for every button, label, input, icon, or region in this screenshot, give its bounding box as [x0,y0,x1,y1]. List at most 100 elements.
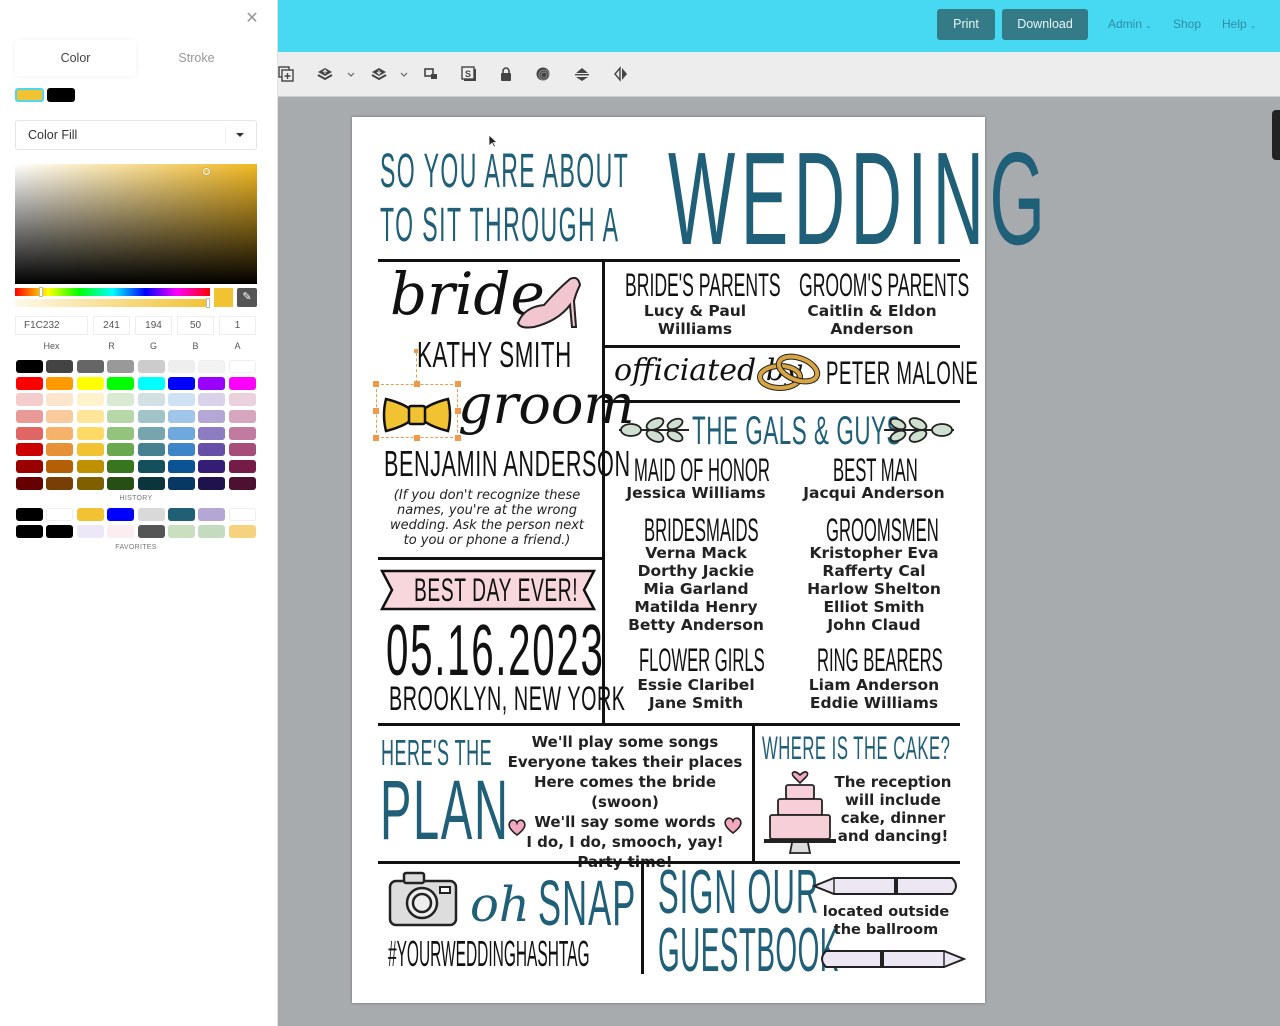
palette-swatch[interactable] [76,426,104,440]
palette-swatch[interactable] [107,393,135,407]
layer-up-icon[interactable] [317,66,333,82]
palette-swatch[interactable] [228,410,256,424]
palette-swatch[interactable] [228,360,256,373]
close-icon[interactable]: ✕ [244,10,260,28]
palette-swatch[interactable] [228,426,256,440]
palette-swatch[interactable] [16,426,43,440]
palette-swatch[interactable] [198,360,226,373]
nav-help[interactable]: Help ⌄ [1222,17,1256,31]
palette-swatch[interactable] [167,476,195,490]
palette-swatch[interactable] [198,476,226,490]
palette-swatch[interactable] [46,460,74,474]
palette-swatch[interactable] [16,393,43,407]
r-input[interactable] [93,316,130,335]
history-swatch[interactable] [46,508,74,521]
palette-swatch[interactable] [16,410,43,424]
palette-swatch[interactable] [76,360,104,373]
palette-swatch[interactable] [137,376,165,390]
palette-swatch[interactable] [16,443,43,457]
palette-swatch[interactable] [137,476,165,490]
palette-swatch[interactable] [198,460,226,474]
history-swatch[interactable] [16,508,43,521]
palette-swatch[interactable] [16,476,43,490]
history-swatch[interactable] [107,524,135,538]
chevron-down-icon[interactable] [346,70,356,80]
palette-swatch[interactable] [228,393,256,407]
palette-swatch[interactable] [198,443,226,457]
palette-swatch[interactable] [167,443,195,457]
history-swatch[interactable] [228,508,256,521]
g-input[interactable] [135,316,172,335]
palette-swatch[interactable] [167,376,195,390]
palette-swatch[interactable] [198,393,226,407]
alpha-slider[interactable] [15,298,210,308]
palette-swatch[interactable] [198,376,226,390]
palette-swatch[interactable] [167,410,195,424]
alpha-handle[interactable] [206,298,210,308]
palette-swatch[interactable] [137,426,165,440]
palette-swatch[interactable] [198,426,226,440]
palette-swatch[interactable] [167,393,195,407]
palette-swatch[interactable] [107,476,135,490]
palette-swatch[interactable] [198,410,226,424]
palette-swatch[interactable] [107,443,135,457]
palette-swatch[interactable] [46,376,74,390]
history-swatch[interactable] [228,524,256,538]
palette-swatch[interactable] [16,360,43,373]
flip-icon[interactable] [613,66,629,82]
print-button[interactable]: Print [937,9,995,40]
palette-swatch[interactable] [228,376,256,390]
history-swatch[interactable] [16,524,43,538]
palette-swatch[interactable] [16,376,43,390]
palette-swatch[interactable] [76,443,104,457]
resize-handle[interactable] [373,408,379,414]
lock-icon[interactable] [498,66,514,82]
download-button[interactable]: Download [1002,9,1088,40]
tab-color[interactable]: Color [15,40,136,76]
history-swatch[interactable] [76,524,104,538]
history-swatch[interactable] [107,508,135,521]
palette-swatch[interactable] [76,476,104,490]
palette-swatch[interactable] [76,393,104,407]
hue-handle[interactable] [39,287,43,297]
fill-mode-select[interactable]: Color Fill [15,120,257,150]
palette-swatch[interactable] [46,410,74,424]
nav-admin[interactable]: Admin ⌄ [1108,17,1152,31]
align-icon[interactable] [574,66,590,82]
fill-swatch[interactable] [15,88,44,102]
history-swatch[interactable] [167,524,195,538]
palette-swatch[interactable] [137,360,165,373]
palette-swatch[interactable] [167,426,195,440]
palette-swatch[interactable] [107,410,135,424]
palette-swatch[interactable] [137,393,165,407]
history-swatch[interactable] [198,508,226,521]
palette-swatch[interactable] [107,426,135,440]
palette-swatch[interactable] [137,460,165,474]
saturation-area[interactable] [15,164,257,284]
resize-handle[interactable] [373,435,379,441]
opacity-icon[interactable] [535,66,551,82]
palette-swatch[interactable] [46,443,74,457]
hue-slider[interactable] [15,287,210,297]
history-swatch[interactable] [137,524,165,538]
history-swatch[interactable] [198,524,226,538]
hex-input[interactable] [15,316,88,335]
palette-swatch[interactable] [167,360,195,373]
resize-icon[interactable] [423,66,439,82]
palette-swatch[interactable] [16,460,43,474]
palette-swatch[interactable] [167,460,195,474]
s-badge-icon[interactable]: S [461,66,477,82]
history-swatch[interactable] [167,508,195,521]
palette-swatch[interactable] [76,410,104,424]
resize-handle[interactable] [414,435,420,441]
palette-swatch[interactable] [228,476,256,490]
nav-shop[interactable]: Shop [1173,17,1201,31]
selection-box[interactable] [376,384,458,438]
history-swatch[interactable] [46,524,74,538]
resize-handle[interactable] [373,381,379,387]
chevron-down-icon[interactable] [399,70,409,80]
resize-handle[interactable] [414,381,420,387]
palette-swatch[interactable] [76,376,104,390]
palette-swatch[interactable] [107,376,135,390]
palette-swatch[interactable] [107,360,135,373]
